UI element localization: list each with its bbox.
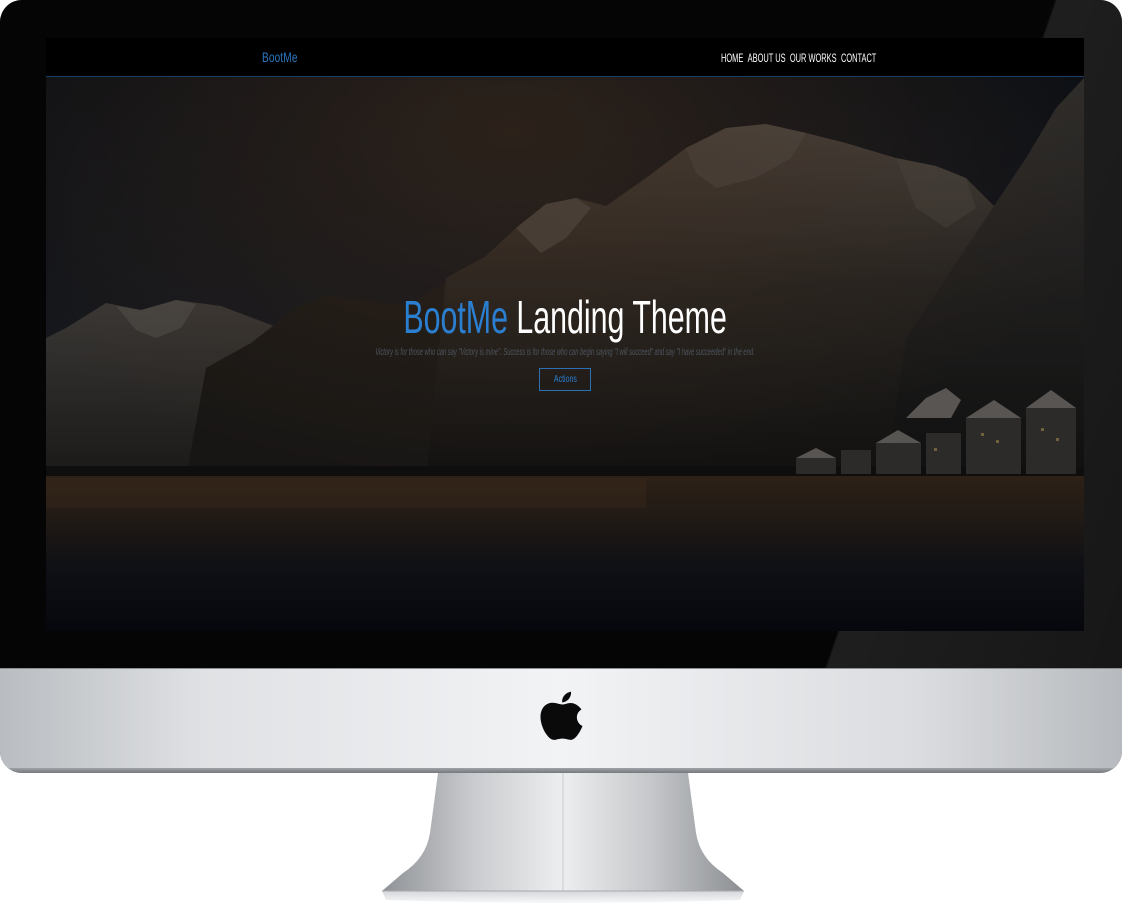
nav-link-about-us[interactable]: ABOUT US — [748, 51, 786, 65]
hero-subtitle-text: Victory is for those who can say "Victor… — [375, 347, 755, 358]
hero-title-accent: BootMe — [403, 291, 508, 343]
hero-actions-label: Actions — [553, 374, 577, 385]
monitor-stand — [382, 773, 744, 903]
nav-link-home[interactable]: HOME — [721, 51, 743, 65]
apple-logo-icon — [540, 691, 583, 740]
nav-link-contact[interactable]: CONTACT — [841, 51, 876, 65]
hero-title-rest: Landing Theme — [516, 291, 727, 343]
hero-actions-button[interactable]: Actions — [539, 368, 591, 391]
imac-monitor: BootMe HOME ABOUT US OUR WORKS CONTACT B… — [0, 0, 1122, 773]
navbar-menu: HOME ABOUT US OUR WORKS CONTACT — [721, 51, 876, 65]
nav-link-our-works[interactable]: OUR WORKS — [790, 51, 837, 65]
hero-title: BootMe Landing Theme — [46, 290, 1084, 344]
hero-subtitle: Victory is for those who can say "Victor… — [46, 347, 1084, 358]
website-screen: BootMe HOME ABOUT US OUR WORKS CONTACT B… — [46, 38, 1084, 631]
site-navbar: BootMe HOME ABOUT US OUR WORKS CONTACT — [46, 38, 1084, 77]
navbar-brand-link[interactable]: BootMe — [262, 49, 298, 65]
